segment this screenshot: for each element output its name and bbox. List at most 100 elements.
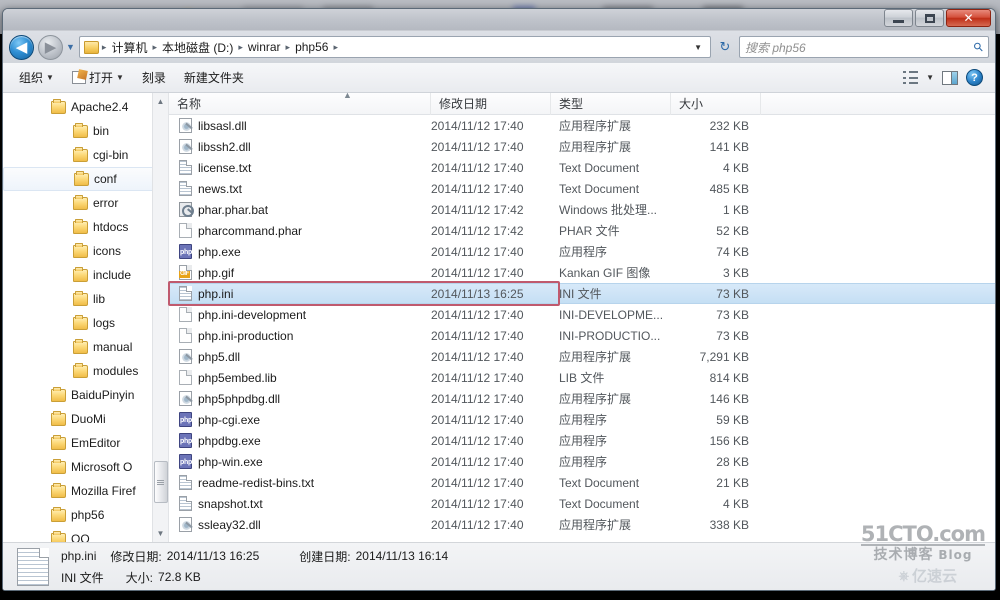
- search-input[interactable]: 搜索 php56 ⚲: [739, 36, 989, 58]
- file-name-cell: php php-cgi.exe: [169, 412, 431, 427]
- file-size-cell: 52 KB: [716, 223, 749, 238]
- sidebar-item-error[interactable]: error: [3, 191, 168, 215]
- sidebar-item-lib[interactable]: lib: [3, 287, 168, 311]
- table-row[interactable]: libsasl.dll 2014/11/12 17:40 应用程序扩展 232 KB: [169, 115, 995, 136]
- file-type-cell: 应用程序: [559, 434, 608, 448]
- table-row[interactable]: php.ini-development 2014/11/12 17:40 INI-D…: [169, 304, 995, 325]
- table-row[interactable]: snapshot.txt 2014/11/12 17:40 Text Documen…: [169, 493, 995, 514]
- folder-icon: [73, 362, 88, 378]
- breadcrumb-item-computer[interactable]: 计算机: [107, 39, 151, 56]
- blank-file-icon: [179, 223, 192, 238]
- sidebar-scroll-thumb[interactable]: [153, 461, 168, 503]
- new-folder-button[interactable]: 新建文件夹: [176, 66, 252, 89]
- table-row[interactable]: php phpdbg.exe 2014/11/12 17:40 应用程序 156 KB: [169, 430, 995, 451]
- sidebar-item-conf[interactable]: conf: [3, 167, 168, 191]
- table-row[interactable]: php5embed.lib 2014/11/12 17:40 LIB 文件 814 K…: [169, 367, 995, 388]
- column-header-date[interactable]: 修改日期: [431, 92, 551, 115]
- table-row[interactable]: libssh2.dll 2014/11/12 17:40 应用程序扩展 141 KB: [169, 136, 995, 157]
- refresh-button[interactable]: ↻: [715, 37, 735, 57]
- file-date-cell: 2014/11/12 17:40: [431, 265, 524, 280]
- breadcrumb-dropdown-icon[interactable]: ▼: [690, 43, 706, 52]
- sidebar-item-modules[interactable]: modules: [3, 359, 168, 383]
- breadcrumb-item-winrar[interactable]: winrar: [244, 40, 285, 54]
- file-type-cell: Text Document: [559, 496, 640, 511]
- file-name-cell: php5phpdbg.dll: [169, 391, 431, 406]
- php-file-icon: php: [179, 433, 192, 448]
- scroll-up-arrow-icon[interactable]: ▲: [153, 93, 169, 110]
- column-header-name[interactable]: 名称: [169, 92, 431, 115]
- sidebar-item-cgi-bin[interactable]: cgi-bin: [3, 143, 168, 167]
- table-row[interactable]: ssleay32.dll 2014/11/12 17:40 应用程序扩展 338 KB: [169, 514, 995, 535]
- file-size-cell: 338 KB: [709, 517, 749, 532]
- sidebar-item-bin[interactable]: bin: [3, 119, 168, 143]
- sidebar-item-mozilla-firef[interactable]: Mozilla Firef: [3, 479, 168, 503]
- view-options-icon[interactable]: [903, 71, 919, 84]
- sidebar-scrollbar[interactable]: ▲ ▼: [152, 93, 168, 542]
- table-row[interactable]: php php-cgi.exe 2014/11/12 17:40 应用程序 59 KB: [169, 409, 995, 430]
- sidebar-item-htdocs[interactable]: htdocs: [3, 215, 168, 239]
- file-name-cell: readme-redist-bins.txt: [169, 475, 431, 490]
- sidebar-item-logs[interactable]: logs: [3, 311, 168, 335]
- scroll-down-arrow-icon[interactable]: ▼: [153, 525, 169, 542]
- folder-icon: [74, 170, 89, 186]
- file-date-cell: 2014/11/12 17:40: [431, 454, 524, 469]
- command-toolbar: 组织 ▼ 打开 ▼ 刻录 新建文件夹 ▼ ?: [3, 63, 995, 93]
- table-row[interactable]: readme-redist-bins.txt 2014/11/12 17:40 Te…: [169, 472, 995, 493]
- table-row[interactable]: php.gif 2014/11/12 17:40 Kankan GIF 图像 3 KB: [169, 262, 995, 283]
- sidebar-item-label: DuoMi: [71, 412, 106, 426]
- back-button[interactable]: ◀: [9, 34, 34, 60]
- sidebar-item-duomi[interactable]: DuoMi: [3, 407, 168, 431]
- burn-button[interactable]: 刻录: [134, 66, 174, 89]
- table-row[interactable]: license.txt 2014/11/12 17:40 Text Document…: [169, 157, 995, 178]
- view-options-chevron-down-icon[interactable]: ▼: [926, 73, 934, 82]
- maximize-button[interactable]: [915, 9, 944, 27]
- forward-arrow-icon: ▶: [44, 39, 57, 56]
- doc-file-icon: [179, 496, 192, 511]
- column-header-size[interactable]: 大小: [671, 92, 761, 115]
- file-name-label: php.exe: [198, 244, 241, 259]
- sidebar-item-qq[interactable]: QQ: [3, 527, 168, 542]
- recent-locations-button[interactable]: ▼: [66, 42, 75, 52]
- sidebar-item-manual[interactable]: manual: [3, 335, 168, 359]
- preview-pane-icon[interactable]: [942, 70, 958, 85]
- table-row[interactable]: php php-win.exe 2014/11/12 17:40 应用程序 28 KB: [169, 451, 995, 472]
- table-row[interactable]: php.ini-production 2014/11/12 17:40 INI-PR…: [169, 325, 995, 346]
- sidebar-item-icons[interactable]: icons: [3, 239, 168, 263]
- close-button[interactable]: ✕: [946, 9, 991, 27]
- table-row[interactable]: php php.exe 2014/11/12 17:40 应用程序 74 KB: [169, 241, 995, 262]
- table-row[interactable]: php5phpdbg.dll 2014/11/12 17:40 应用程序扩展 146 …: [169, 388, 995, 409]
- table-row[interactable]: news.txt 2014/11/12 17:40 Text Document 485…: [169, 178, 995, 199]
- table-row[interactable]: php5.dll 2014/11/12 17:40 应用程序扩展 7,291 KB: [169, 346, 995, 367]
- minimize-icon: [893, 20, 904, 23]
- table-row[interactable]: php.ini 2014/11/13 16:25 INI 文件 73 KB: [169, 283, 995, 304]
- sidebar-item-emeditor[interactable]: EmEditor: [3, 431, 168, 455]
- sidebar-item-microsoft-o[interactable]: Microsoft O: [3, 455, 168, 479]
- forward-button[interactable]: ▶: [38, 34, 63, 60]
- file-name-cell: php.ini: [169, 286, 431, 301]
- file-date-cell: 2014/11/12 17:40: [431, 307, 524, 322]
- breadcrumb-item-php56[interactable]: php56: [291, 40, 332, 54]
- maximize-icon: [924, 13, 935, 23]
- sidebar-item-label: QQ: [71, 532, 90, 542]
- sidebar-item-baidupinyin[interactable]: BaiduPinyin: [3, 383, 168, 407]
- sidebar-scroll-track[interactable]: [153, 110, 169, 525]
- sidebar-item-label: modules: [93, 364, 139, 378]
- sidebar-item-apache2-4[interactable]: Apache2.4: [3, 95, 168, 119]
- minimize-button[interactable]: [884, 9, 913, 27]
- organize-button[interactable]: 组织 ▼: [11, 66, 62, 89]
- sidebar-item-include[interactable]: include: [3, 263, 168, 287]
- file-type-cell: INI-DEVELOPME...: [559, 307, 664, 322]
- help-icon[interactable]: ?: [966, 69, 983, 86]
- file-size-cell: 146 KB: [709, 391, 749, 406]
- open-file-icon: [71, 71, 86, 84]
- sidebar-item-php56[interactable]: php56: [3, 503, 168, 527]
- file-name-cell: news.txt: [169, 181, 431, 196]
- file-size-cell: 141 KB: [709, 139, 749, 154]
- table-row[interactable]: pharcommand.phar 2014/11/12 17:42 PHAR 文件 5…: [169, 220, 995, 241]
- breadcrumb-item-drive-d[interactable]: 本地磁盘 (D:): [158, 39, 237, 56]
- column-header-type[interactable]: 类型: [551, 92, 671, 115]
- file-name-label: php5phpdbg.dll: [198, 391, 281, 406]
- breadcrumb[interactable]: ▸ 计算机 ▸ 本地磁盘 (D:) ▸ winrar ▸ php56 ▸ ▼: [78, 36, 711, 58]
- open-button[interactable]: 打开 ▼: [64, 66, 132, 89]
- table-row[interactable]: phar.phar.bat 2014/11/12 17:42 Windows 批处理…: [169, 199, 995, 220]
